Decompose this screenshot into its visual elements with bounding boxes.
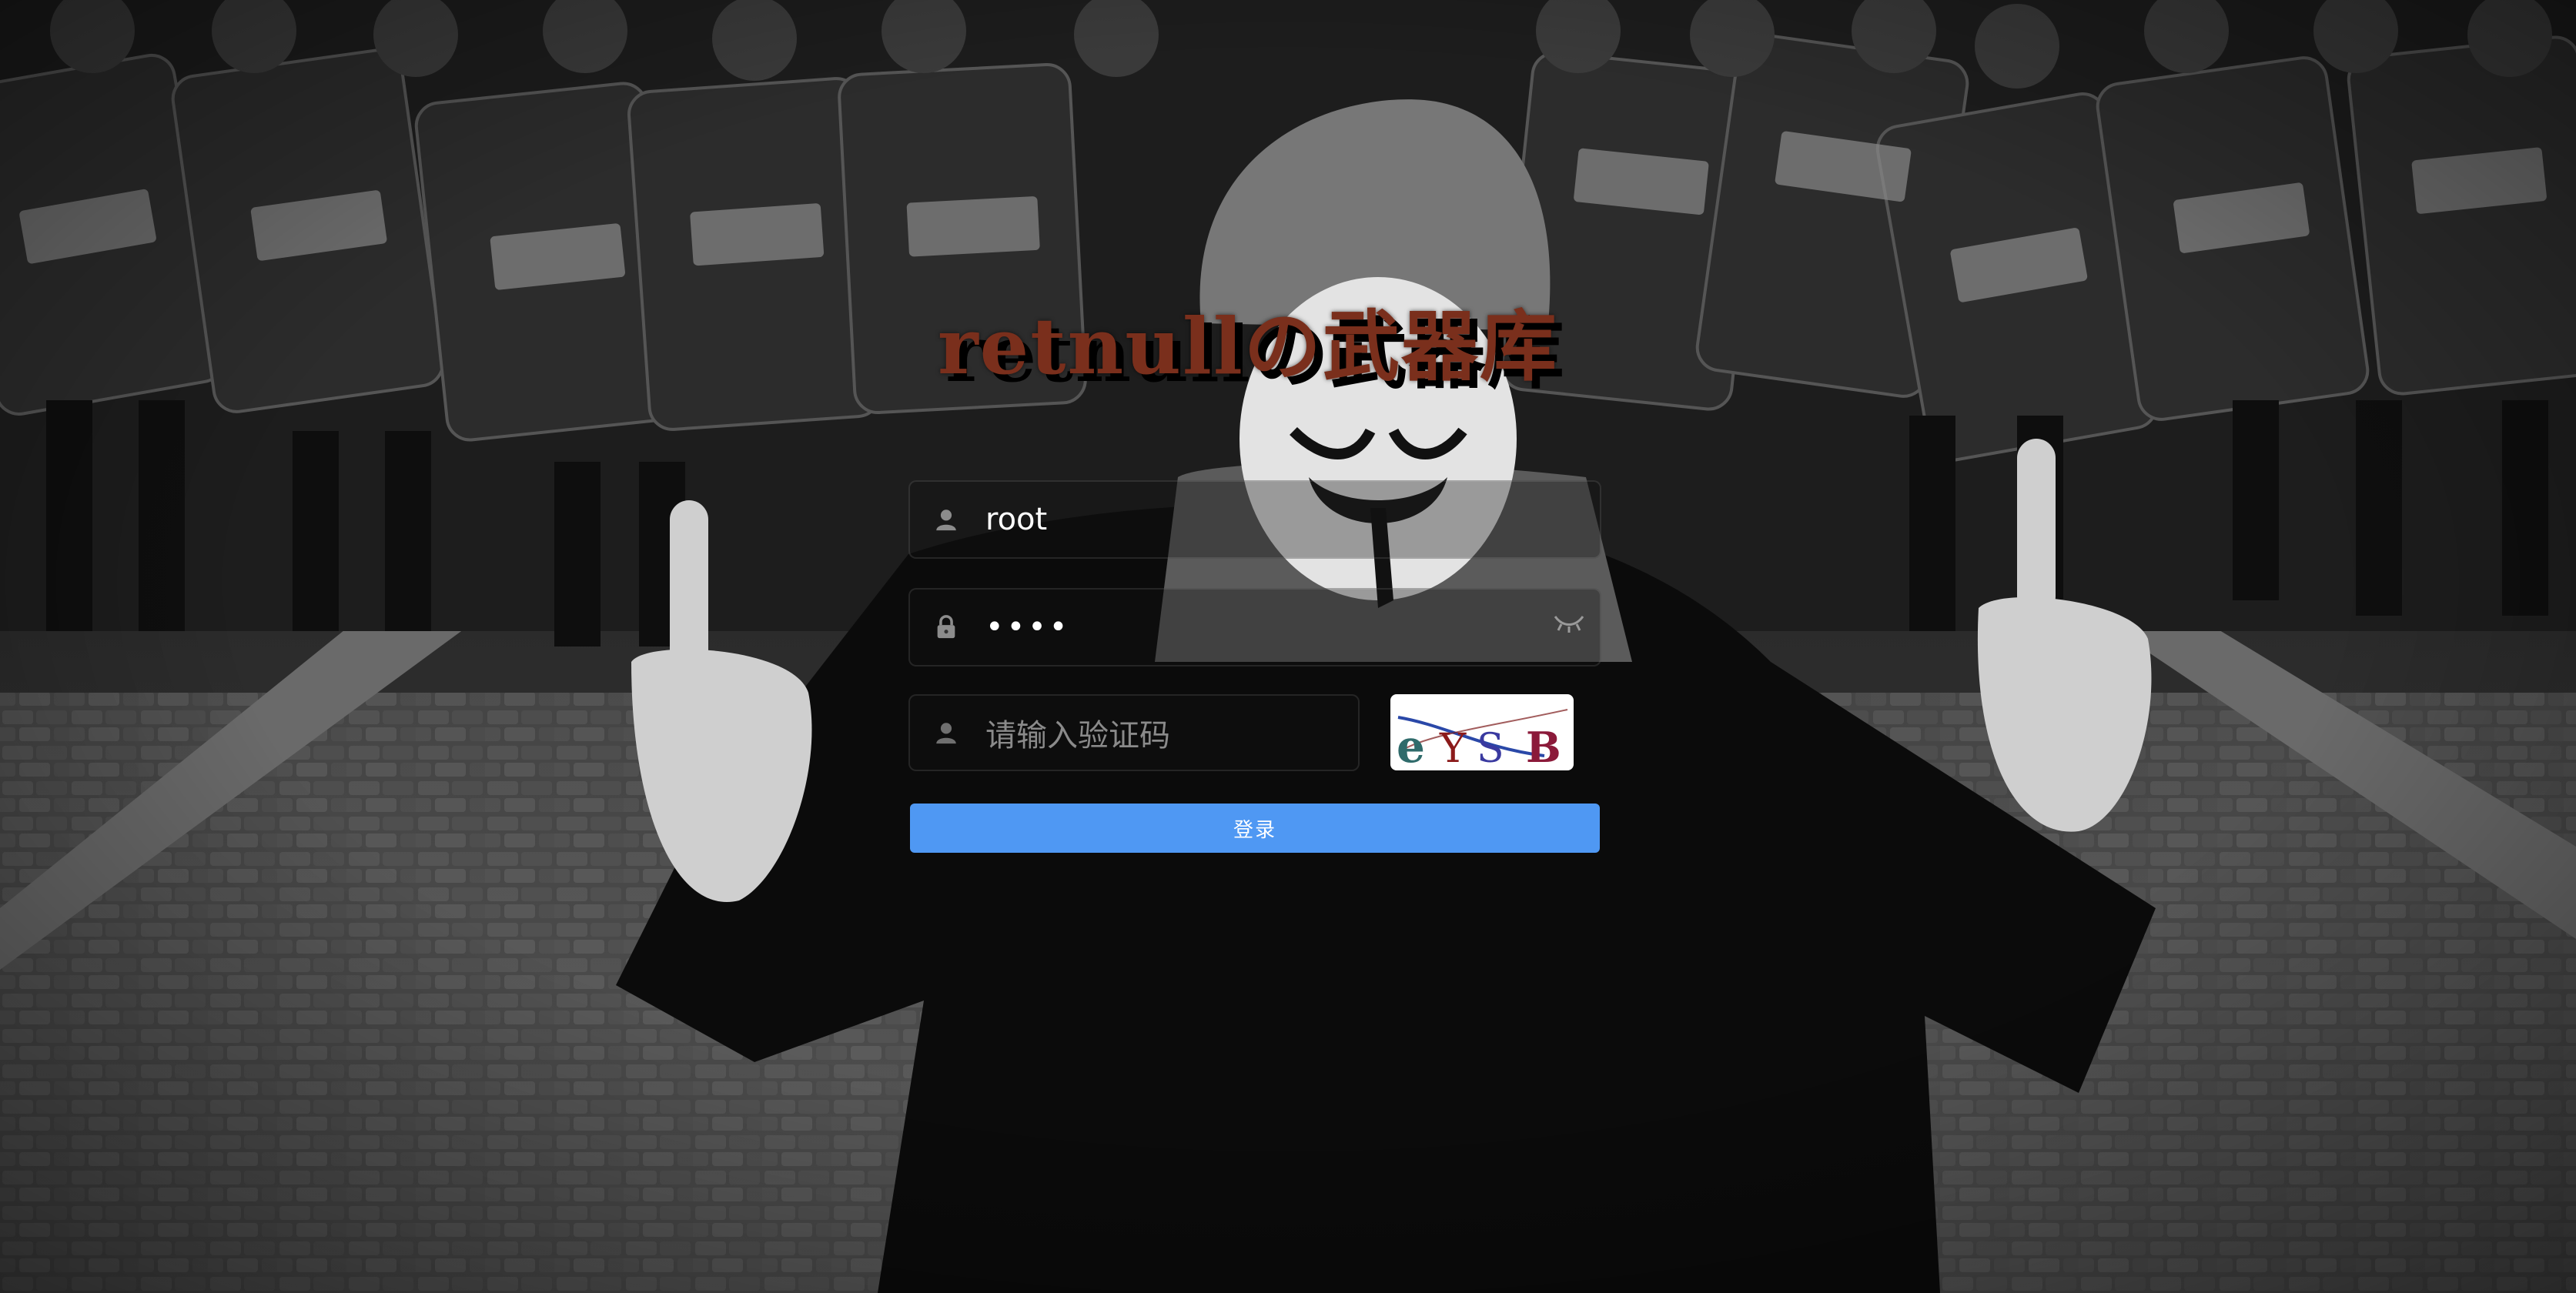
username-input[interactable]: root [985, 482, 1047, 557]
eye-closed-icon[interactable] [1552, 610, 1586, 633]
captcha-text: e Y S B [1397, 709, 1568, 770]
svg-text:S: S [1477, 726, 1504, 770]
user-icon [936, 723, 956, 744]
page-title: retnullの武器库 [938, 301, 1558, 392]
password-input[interactable]: •••• [985, 590, 1070, 665]
login-button[interactable]: 登录 [910, 804, 1600, 853]
svg-text:Y: Y [1439, 726, 1467, 770]
captcha-field[interactable]: 请输入验证码 [908, 694, 1360, 771]
captcha-image[interactable]: e Y S B [1390, 694, 1574, 770]
username-field[interactable]: root [908, 480, 1601, 559]
lock-icon [937, 615, 955, 639]
user-icon [936, 510, 956, 531]
login-page: retnullの武器库 root •••• 请输入验证码 e Y S B 登录 [0, 0, 2576, 1293]
svg-text:e: e [1397, 720, 1425, 770]
captcha-input[interactable]: 请输入验证码 [985, 696, 1170, 770]
svg-text:B: B [1526, 723, 1561, 770]
password-field[interactable]: •••• [908, 588, 1601, 667]
